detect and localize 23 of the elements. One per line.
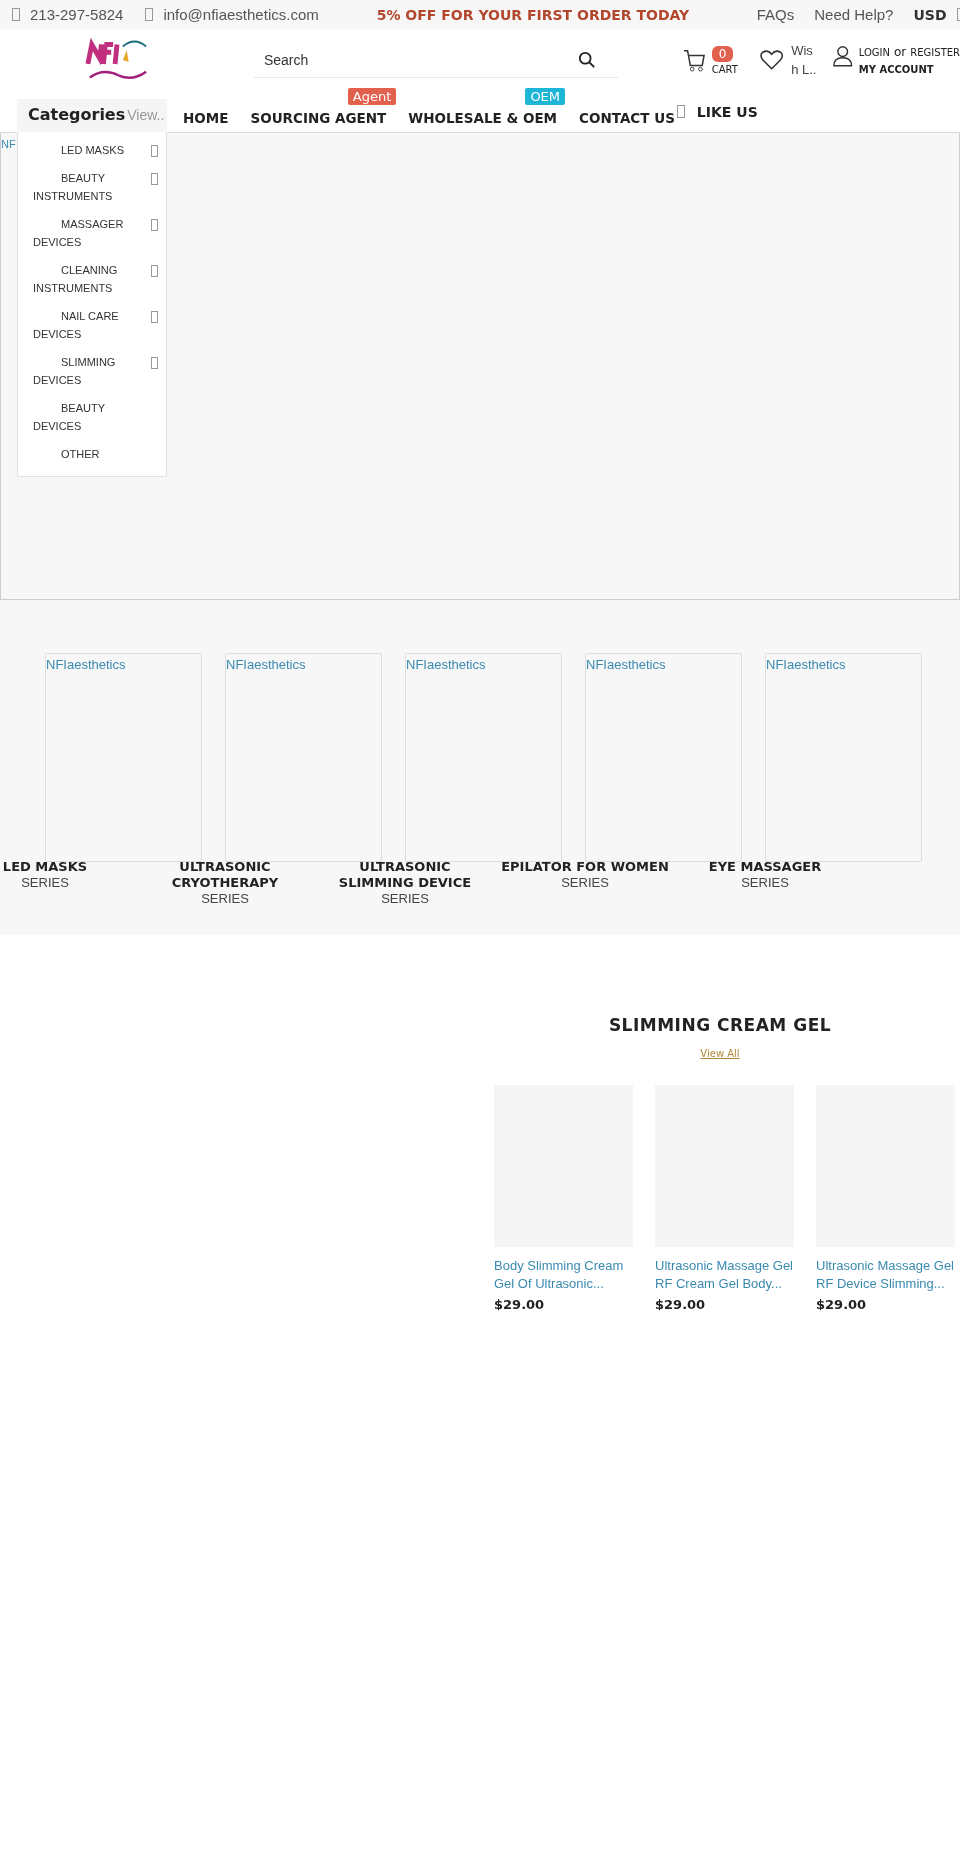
categories-title: Categories: [28, 105, 126, 124]
nav-badge: Agent: [347, 88, 397, 105]
promo-text: 5% OFF FOR YOUR FIRST ORDER TODAY: [376, 6, 687, 23]
image-alt-text: NF: [1, 138, 16, 150]
series-subtitle: SERIES: [381, 891, 429, 907]
series-subtitle: SERIES: [21, 875, 69, 891]
series-subtitle: SERIES: [201, 891, 249, 907]
nav-badge: OEM: [525, 88, 566, 105]
email-address: info@nfiaesthetics.com: [163, 6, 319, 23]
series-subtitle: SERIES: [741, 875, 789, 891]
product-price: $29.00: [816, 1297, 868, 1312]
section-title: SLIMMING CREAM GEL: [608, 1015, 832, 1035]
product-price: $29.00: [655, 1297, 707, 1312]
image-alt-text: NFIaesthetics: [766, 657, 846, 672]
image-alt-text: NFIaesthetics: [226, 657, 306, 672]
phone-number: 213-297-5824: [30, 6, 124, 23]
image-alt-text: NFIaesthetics: [46, 657, 126, 672]
image-alt-text: NFIaesthetics: [586, 657, 666, 672]
image-alt-text: NFIaesthetics: [406, 657, 486, 672]
or-text: or: [894, 45, 907, 59]
series-subtitle: SERIES: [561, 875, 609, 891]
product-price: $29.00: [494, 1297, 546, 1312]
cart-count-badge: 0: [711, 45, 734, 62]
